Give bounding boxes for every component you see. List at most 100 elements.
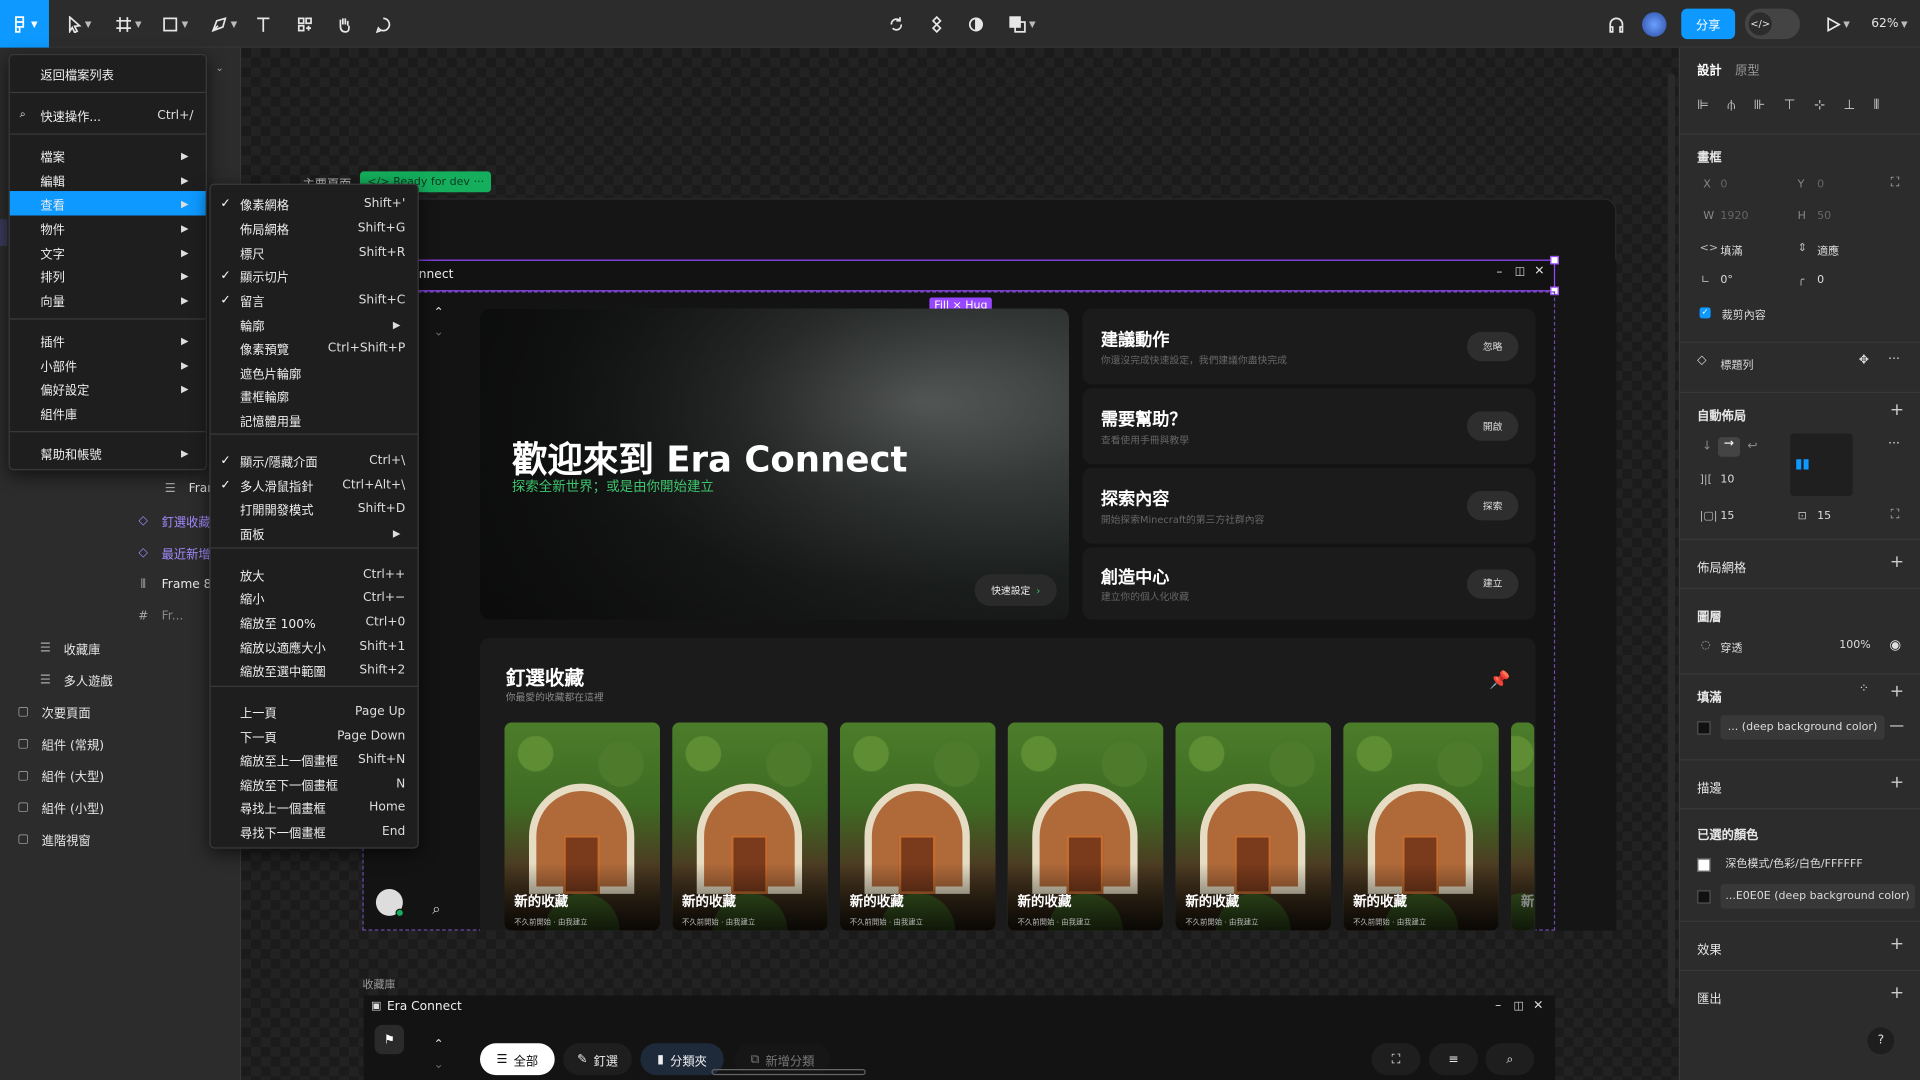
color-swatch-white[interactable] [1697, 858, 1711, 872]
pin-icon[interactable]: 📌 [1489, 671, 1510, 691]
view-menu-item[interactable]: ✓ 像素網格 Shift+' [211, 191, 418, 215]
fill-style-chip[interactable]: ... (deep background color) [1720, 715, 1885, 740]
canvas-scrollbar[interactable] [1667, 73, 1676, 1005]
view-menu-item[interactable]: 尋找上一個畫框 Home [211, 795, 418, 819]
color-swatch[interactable] [1697, 721, 1711, 735]
tab-all[interactable]: ☰ 全部 [480, 1043, 555, 1076]
add-icon[interactable]: + [1890, 773, 1904, 793]
tab-prototype[interactable]: 原型 [1735, 60, 1759, 78]
layer-item[interactable]: ☰ Fram [0, 475, 241, 502]
view-menu-item[interactable]: 打開開發模式 Shift+D [211, 496, 418, 520]
menu-item-plugins[interactable]: 插件 ▶ [10, 328, 206, 352]
corner-radius-field[interactable]: 0 [1817, 274, 1824, 286]
quick-setup-button[interactable]: 快速設定 › [974, 574, 1057, 607]
minimize-icon[interactable]: – [1496, 266, 1502, 279]
add-icon[interactable]: + [1890, 983, 1904, 1003]
menu-item-quick-actions[interactable]: ⌕ 快速操作... Ctrl+/ [10, 103, 206, 127]
view-menu-item[interactable]: 尋找下一個畫框 End [211, 819, 418, 843]
gap-field[interactable]: 10 [1720, 474, 1734, 486]
align-bottom-icon[interactable]: ⊥ [1844, 97, 1856, 114]
sidebar-home-button[interactable]: ⚑ [374, 1024, 405, 1055]
chevron-down-icon[interactable]: ⌄ [433, 1058, 443, 1071]
w-field[interactable]: 1920 [1720, 211, 1748, 223]
layer-item[interactable]: ◇ 釘選收藏 [0, 507, 241, 534]
component-icon[interactable] [924, 10, 948, 38]
view-menu-item[interactable]: 記憶體用量 [211, 408, 418, 432]
scrollbar[interactable] [711, 1068, 866, 1076]
minimize-icon[interactable]: – [1495, 999, 1501, 1012]
view-menu-item[interactable]: ✓ 留言 Shift+C [211, 288, 418, 312]
styles-icon[interactable]: ⁘ [1859, 682, 1869, 695]
layer-item[interactable]: ▢ 組件 (小型) [0, 793, 241, 820]
view-menu-item[interactable]: 縮放至選中範圍 Shift+2 [211, 658, 418, 682]
main-page-frame[interactable] [367, 198, 1617, 263]
clip-checkbox[interactable]: ✓ [1699, 307, 1711, 319]
search-button[interactable]: ⌕ [1485, 1043, 1535, 1076]
add-icon[interactable]: + [1890, 934, 1904, 954]
layer-item[interactable]: ◇ 最近新增 [0, 539, 241, 566]
help-button[interactable]: ? [1867, 1027, 1895, 1055]
menu-item-libraries[interactable]: 組件庫 [10, 400, 206, 424]
hand-tool-icon[interactable] [332, 10, 356, 38]
view-menu-item[interactable]: 放大 Ctrl++ [211, 562, 418, 586]
padding-vertical-field[interactable]: 15 [1817, 511, 1831, 523]
h-field[interactable]: 50 [1817, 211, 1831, 223]
avatar[interactable] [1642, 12, 1667, 37]
align-top-icon[interactable]: ⊤ [1784, 97, 1796, 114]
more-icon[interactable]: ··· [1888, 353, 1900, 366]
view-menu-item[interactable]: 縮放至下一個畫框 N [211, 771, 418, 795]
dev-mode-toggle[interactable]: </> [1744, 8, 1801, 40]
view-menu-item[interactable]: 上一頁 Page Up [211, 699, 418, 723]
close-icon[interactable]: ✕ [1534, 264, 1544, 277]
layer-item[interactable]: # Fr... [0, 602, 241, 629]
collection-card[interactable]: 新的收藏 不久前開始 · 由我建立 [1343, 722, 1499, 931]
align-center-icon[interactable]: ⫛ [1727, 97, 1735, 114]
tab-design[interactable]: 設計 [1697, 60, 1721, 78]
padding-settings-icon[interactable]: ⛶ [1891, 508, 1900, 521]
chevron-down-icon[interactable]: ⌄ [433, 326, 443, 339]
eye-icon[interactable]: ◉ [1889, 637, 1901, 653]
view-menu-item[interactable]: 遮色片輪廓 [211, 360, 418, 384]
comment-tool-icon[interactable] [371, 10, 395, 38]
layer-item[interactable]: ☰ 收藏庫 [0, 634, 241, 661]
component-name[interactable]: 標題列 [1720, 356, 1753, 372]
menu-item-widgets[interactable]: 小部件 ▶ [10, 353, 206, 377]
close-icon[interactable]: ✕ [1533, 999, 1543, 1012]
layer-item[interactable]: ▢ 進階視窗 [0, 825, 241, 852]
maximize-icon[interactable]: ◫ [1515, 266, 1525, 278]
more-icon[interactable]: ··· [1888, 437, 1900, 450]
menu-item-view[interactable]: 查看 ▶ [9, 191, 206, 216]
resources-icon[interactable] [293, 10, 317, 38]
tab-pinned[interactable]: ✎ 釘選 [563, 1043, 632, 1076]
view-menu-item[interactable]: 下一頁 Page Down [211, 724, 418, 748]
layer-item[interactable]: ☰ 多人遊戲 [0, 666, 241, 693]
opacity-field[interactable]: 100% [1839, 639, 1871, 651]
add-icon[interactable]: + [1890, 682, 1904, 702]
mask-icon[interactable] [964, 10, 988, 38]
text-tool-icon[interactable] [251, 10, 275, 38]
explore-button[interactable]: 探索 [1466, 491, 1519, 521]
collection-card[interactable]: 新的收藏 不久前開始 · 由我建立 [504, 722, 661, 931]
frame-tool-icon[interactable]: ▼ [113, 10, 145, 38]
view-menu-item[interactable]: ✓ 顯示切片 [211, 263, 418, 287]
view-menu-item[interactable]: 縮小 Ctrl+− [211, 585, 418, 609]
layer-item[interactable]: ▢ 組件 (大型) [0, 762, 241, 789]
search-icon[interactable]: ⌕ [432, 900, 440, 918]
layer-item[interactable]: ⫴ Frame 82 [0, 571, 241, 598]
collection-card[interactable]: 新 [1511, 722, 1535, 931]
menu-item-edit[interactable]: 編輯 ▶ [10, 168, 206, 192]
avatar[interactable] [375, 888, 405, 918]
x-field[interactable]: 0 [1720, 179, 1727, 191]
layer-item[interactable]: ▢ 次要頁面 [0, 698, 241, 725]
view-menu-item[interactable]: 縮放以適應大小 Shift+1 [211, 634, 418, 658]
menu-item-help-account[interactable]: 幫助和帳號 ▶ [10, 441, 206, 465]
chevron-up-icon[interactable]: ⌃ [433, 1038, 443, 1051]
view-menu-item[interactable]: 面板 ▶ [211, 520, 418, 544]
padding-horizontal-field[interactable]: 15 [1720, 511, 1734, 523]
collection-card[interactable]: 新的收藏 不久前開始 · 由我建立 [1175, 722, 1332, 931]
horizontal-resize-dropdown[interactable]: 填滿 [1720, 242, 1742, 258]
chevron-down-icon[interactable]: ⌄ [216, 62, 224, 73]
create-button[interactable]: 建立 [1466, 568, 1519, 599]
layer-item[interactable]: ▢ 組件 (常規) [0, 730, 241, 757]
chevron-up-icon[interactable]: ⌃ [433, 306, 443, 319]
